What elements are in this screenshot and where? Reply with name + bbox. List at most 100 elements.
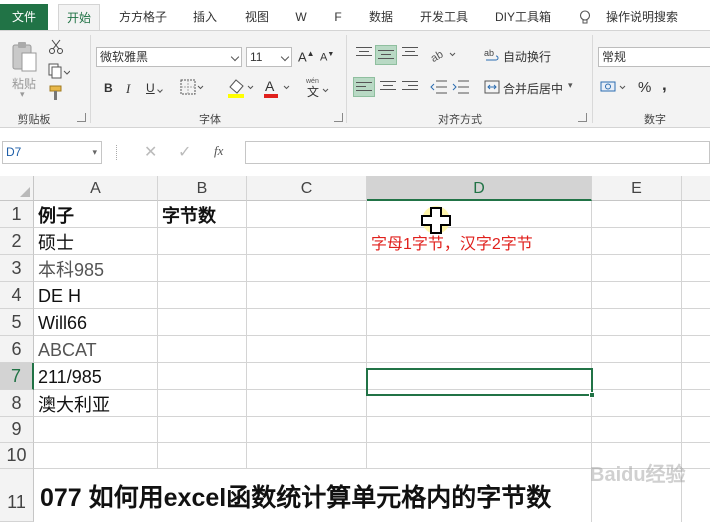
name-box[interactable]: D7 ▾ xyxy=(2,141,102,164)
copy-icon[interactable] xyxy=(48,63,70,79)
number-format-value: 常规 xyxy=(602,50,627,64)
ribbon-tab-bar: 文件 开始 方方格子 插入 视图 W F 数据 开发工具 DIY工具箱 操作说明… xyxy=(0,0,710,32)
cell-a2[interactable]: 硕士 xyxy=(34,229,74,255)
increase-indent-icon[interactable] xyxy=(452,79,470,95)
font-size-value: 11 xyxy=(250,50,263,64)
cut-icon[interactable] xyxy=(48,39,64,55)
align-top-icon[interactable] xyxy=(356,47,372,61)
align-right-icon[interactable] xyxy=(402,81,418,95)
svg-text:A: A xyxy=(265,78,275,94)
row-header-9[interactable]: 9 xyxy=(0,417,34,443)
percent-style-button[interactable]: % xyxy=(638,79,651,96)
wrap-text-icon[interactable]: ab xyxy=(484,47,500,63)
fill-handle[interactable] xyxy=(589,392,595,398)
underline-icon[interactable]: U xyxy=(146,81,163,95)
tab-diy-toolbox[interactable]: DIY工具箱 xyxy=(488,6,558,30)
formula-input[interactable] xyxy=(245,141,710,164)
svg-text:wén: wén xyxy=(305,78,319,85)
tell-me-search[interactable]: 操作说明搜索 xyxy=(600,6,684,30)
tab-w[interactable]: W xyxy=(290,6,312,30)
align-left-button[interactable] xyxy=(353,77,375,97)
orientation-icon[interactable]: ab xyxy=(428,45,458,65)
svg-text:文: 文 xyxy=(307,84,319,99)
watermark-logo: Baidu经验 xyxy=(590,464,686,486)
font-size-select[interactable]: 11 xyxy=(246,47,292,67)
tab-fangfang[interactable]: 方方格子 xyxy=(113,6,173,30)
cell-a3[interactable]: 本科985 xyxy=(34,256,104,282)
tab-developer[interactable]: 开发工具 xyxy=(414,6,474,30)
clipboard-launcher-icon[interactable] xyxy=(77,113,86,122)
number-format-select[interactable]: 常规 xyxy=(598,47,710,67)
cell-a5[interactable]: Will66 xyxy=(34,310,87,336)
row-header-5[interactable]: 5 xyxy=(0,309,34,336)
cell-b1[interactable]: 字节数 xyxy=(158,202,216,228)
bold-icon[interactable]: B xyxy=(104,81,113,95)
comma-style-button[interactable]: , xyxy=(662,75,667,95)
font-group-label: 字体 xyxy=(199,114,221,126)
cell-a6[interactable]: ABCAT xyxy=(34,337,97,363)
cell-a1[interactable]: 例子 xyxy=(34,202,74,228)
row-header-8[interactable]: 8 xyxy=(0,390,34,417)
increase-font-icon[interactable]: A▲ xyxy=(298,49,315,64)
italic-icon[interactable]: I xyxy=(126,81,130,97)
wrap-text-label[interactable]: 自动换行 xyxy=(503,48,551,65)
name-box-dropdown-icon[interactable]: ▾ xyxy=(92,142,97,163)
font-color-icon[interactable]: A xyxy=(262,77,292,99)
decrease-indent-icon[interactable] xyxy=(430,79,448,95)
row-header-3[interactable]: 3 xyxy=(0,255,34,282)
cell-a7[interactable]: 211/985 xyxy=(34,364,102,390)
tab-insert[interactable]: 插入 xyxy=(186,6,224,30)
align-middle-button[interactable] xyxy=(375,45,397,65)
cell-a8[interactable]: 澳大利亚 xyxy=(34,391,110,417)
select-all-button[interactable] xyxy=(0,176,34,201)
merge-center-label[interactable]: 合并后居中 xyxy=(503,80,563,97)
merge-dropdown-icon[interactable]: ▾ xyxy=(568,80,573,91)
group-divider xyxy=(592,35,593,123)
paste-dropdown-icon[interactable]: ▾ xyxy=(20,89,25,100)
row-header-1[interactable]: 1 xyxy=(0,201,34,228)
column-header-b[interactable]: B xyxy=(158,176,247,201)
cell-a4[interactable]: DE H xyxy=(34,283,81,309)
font-launcher-icon[interactable] xyxy=(334,113,343,122)
column-header-c[interactable]: C xyxy=(247,176,367,201)
font-name-select[interactable]: 微软雅黑 xyxy=(96,47,242,67)
row-header-4[interactable]: 4 xyxy=(0,282,34,309)
active-cell-d7[interactable] xyxy=(366,368,593,396)
tab-view[interactable]: 视图 xyxy=(238,6,276,30)
align-bottom-icon[interactable] xyxy=(402,47,418,61)
accounting-format-icon[interactable] xyxy=(600,79,630,97)
fill-color-icon[interactable] xyxy=(226,77,256,99)
alignment-launcher-icon[interactable] xyxy=(578,113,587,122)
cell-a11[interactable]: 077 如何用excel函数统计算单元格内的字节数 xyxy=(34,470,551,522)
font-name-value: 微软雅黑 xyxy=(100,50,149,64)
column-header-a[interactable]: A xyxy=(34,176,158,201)
align-center-icon[interactable] xyxy=(380,81,396,95)
row-header-7[interactable]: 7 xyxy=(0,363,34,390)
gridline xyxy=(34,416,710,417)
row-header-2[interactable]: 2 xyxy=(0,228,34,255)
decrease-font-icon[interactable]: A▼ xyxy=(320,51,334,64)
gridline xyxy=(34,335,710,336)
insert-function-icon[interactable]: fx xyxy=(214,143,223,159)
row-header-6[interactable]: 6 xyxy=(0,336,34,363)
cancel-icon[interactable]: ✕ xyxy=(144,142,157,162)
phonetic-guide-icon[interactable]: wén 文 xyxy=(304,75,330,99)
alignment-group-label: 对齐方式 xyxy=(438,114,482,126)
group-divider xyxy=(346,35,347,123)
column-header-d[interactable]: D xyxy=(367,176,592,201)
formula-bar-grip[interactable] xyxy=(116,145,118,160)
tab-f[interactable]: F xyxy=(328,6,348,30)
row-header-11[interactable]: 11 xyxy=(0,469,34,522)
tab-data[interactable]: 数据 xyxy=(362,6,400,30)
tab-file[interactable]: 文件 xyxy=(0,4,48,30)
row-header-10[interactable]: 10 xyxy=(0,443,34,469)
column-header-e[interactable]: E xyxy=(592,176,682,201)
tab-home[interactable]: 开始 xyxy=(58,4,100,31)
column-header-f[interactable] xyxy=(682,176,710,201)
merge-center-icon[interactable] xyxy=(484,79,500,95)
borders-icon[interactable] xyxy=(180,79,204,97)
enter-icon[interactable]: ✓ xyxy=(178,142,191,162)
clipboard-group-label: 剪贴板 xyxy=(17,114,51,126)
paste-icon[interactable] xyxy=(10,41,38,73)
format-painter-icon[interactable] xyxy=(48,85,64,101)
